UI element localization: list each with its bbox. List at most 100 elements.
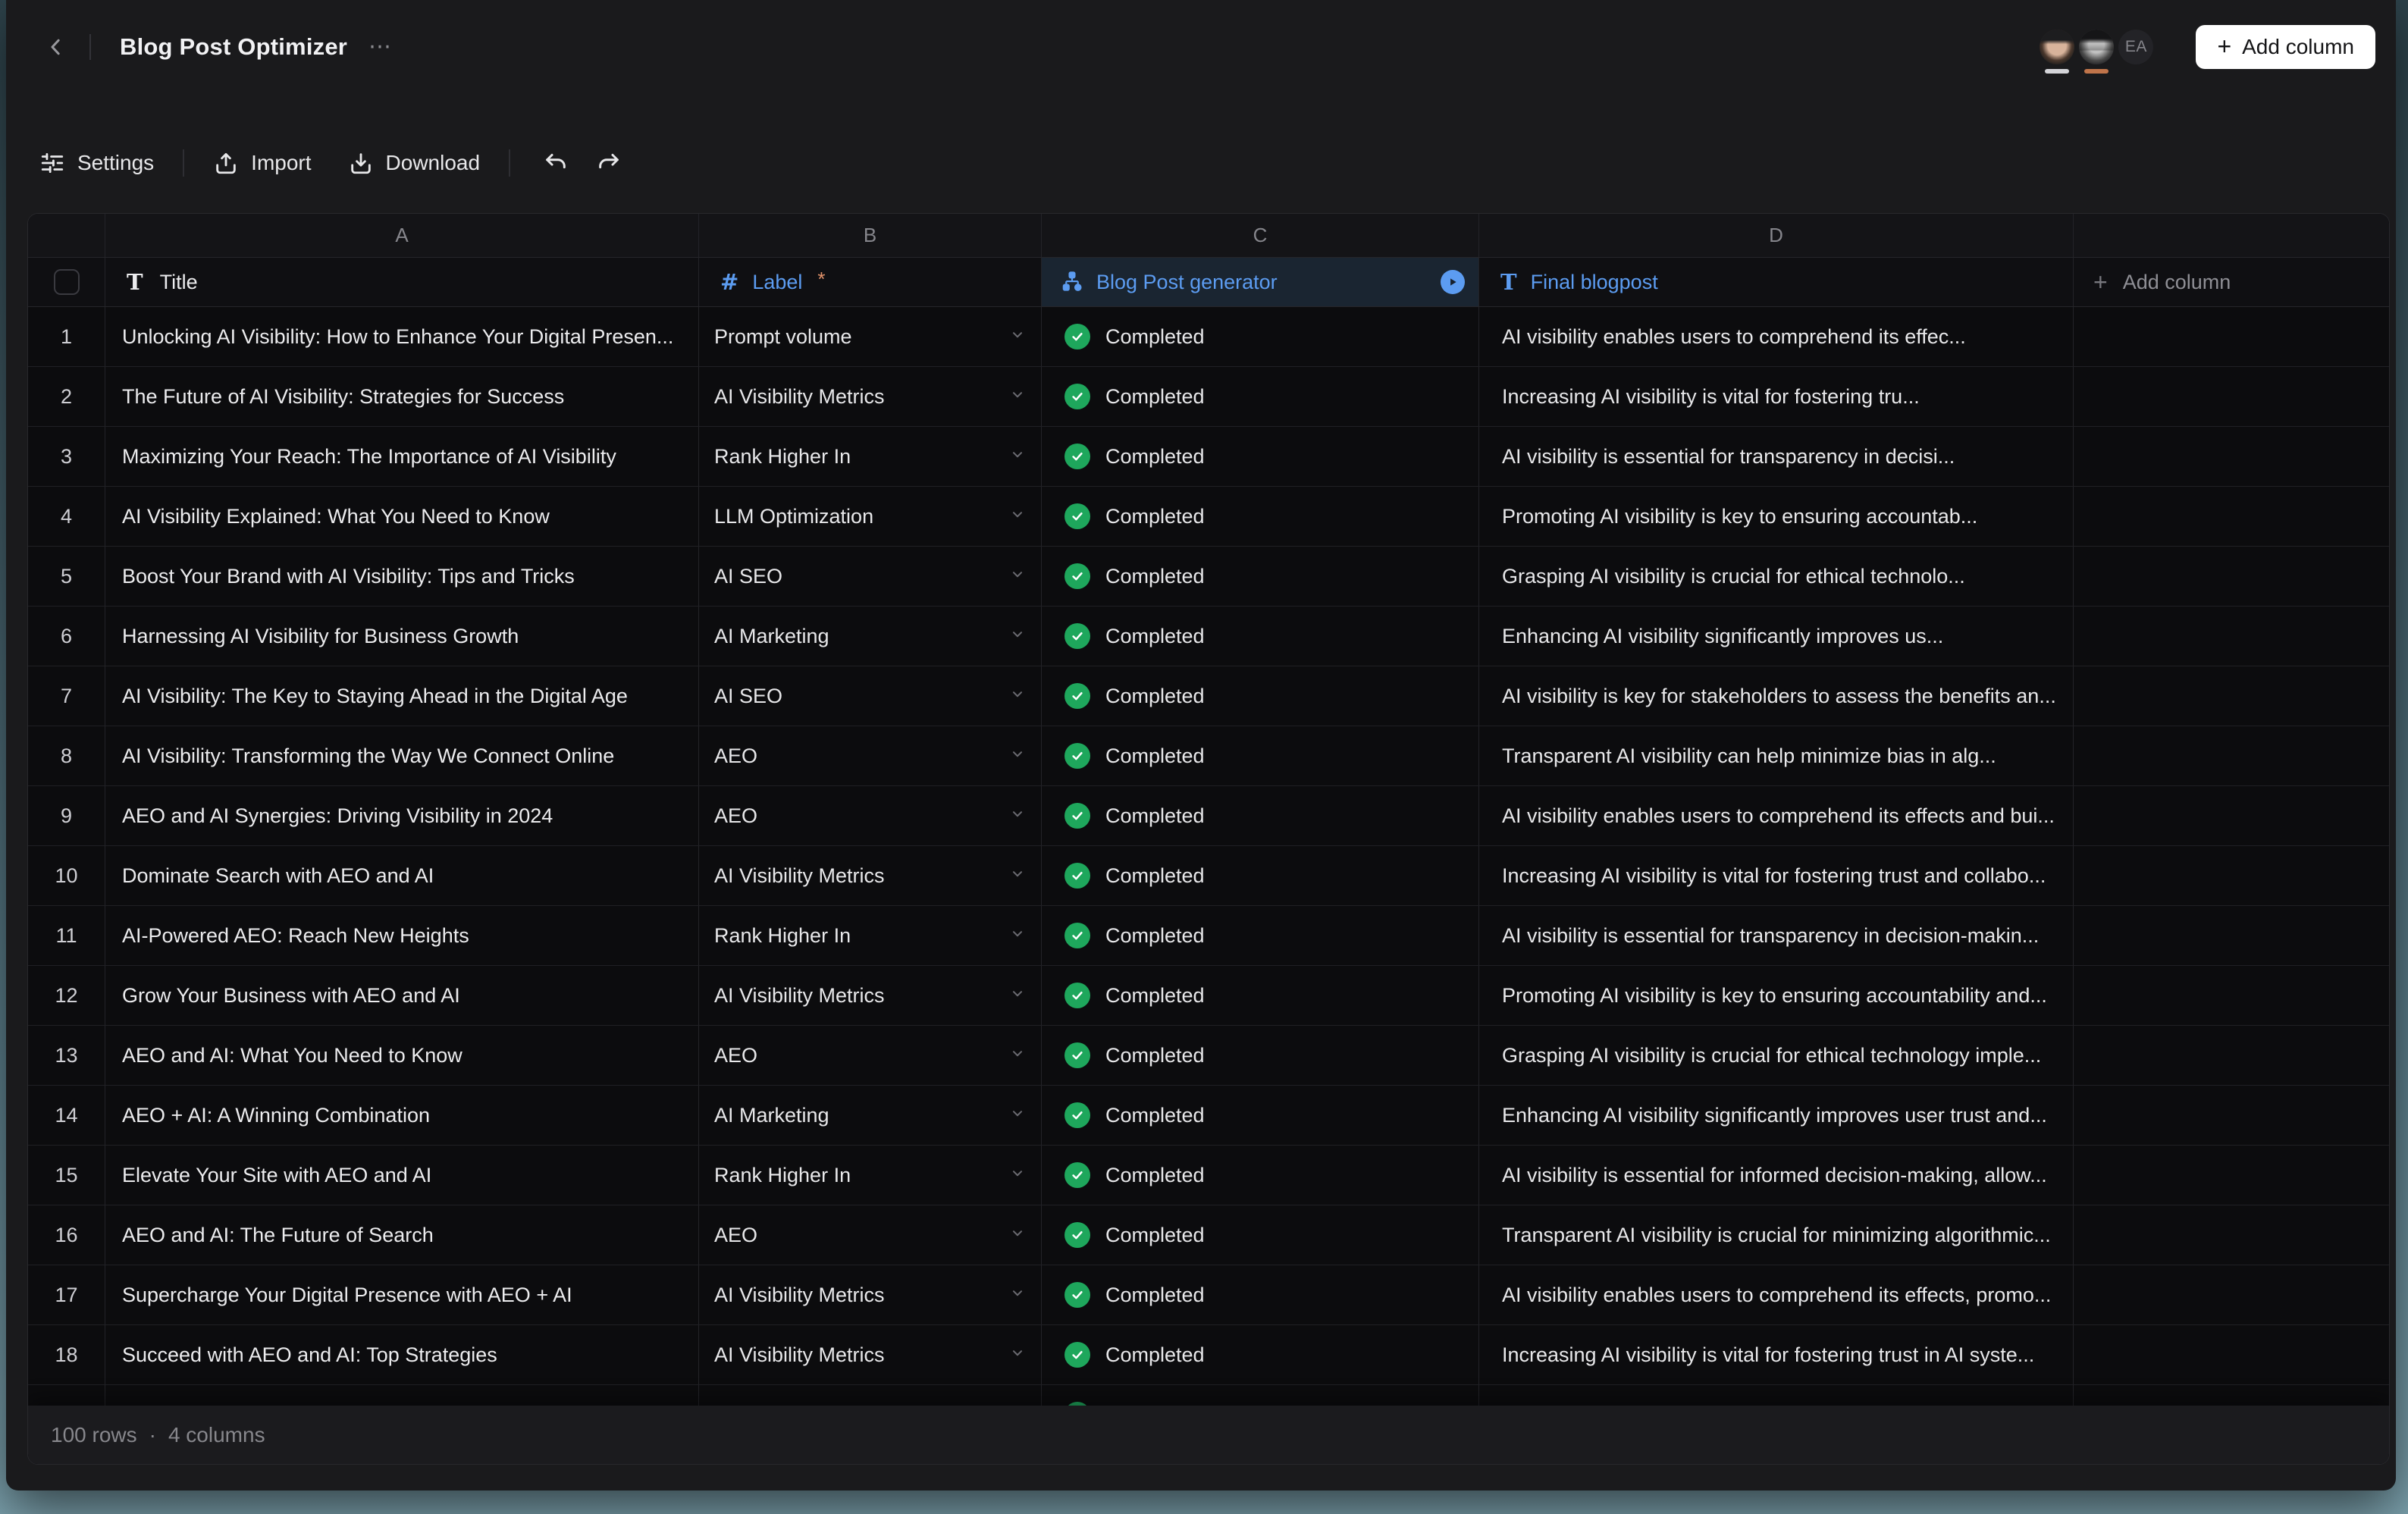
avatar-initials[interactable]: EA bbox=[2118, 30, 2153, 64]
title-cell[interactable]: AEO and AI: The Future of Search bbox=[105, 1205, 699, 1265]
final-blogpost-cell[interactable]: AI visibility is key for stakeholders to… bbox=[1479, 666, 2074, 726]
row-number[interactable]: 18 bbox=[28, 1325, 105, 1384]
title-cell[interactable]: AI Visibility Explained: What You Need t… bbox=[105, 487, 699, 546]
title-cell[interactable]: Maximizing Your Reach: The Importance of… bbox=[105, 427, 699, 486]
row-number[interactable]: 2 bbox=[28, 367, 105, 426]
status-cell[interactable]: Completed bbox=[1042, 1026, 1479, 1085]
title-cell[interactable]: AEO and AI: What You Need to Know bbox=[105, 1026, 699, 1085]
more-menu-icon[interactable]: ⋯ bbox=[368, 36, 393, 58]
row-number[interactable]: 11 bbox=[28, 906, 105, 965]
label-cell[interactable]: AI Visibility Metrics bbox=[699, 846, 1042, 905]
label-cell[interactable]: AEO bbox=[699, 1205, 1042, 1265]
status-cell[interactable]: Completed bbox=[1042, 1265, 1479, 1324]
final-blogpost-cell[interactable]: Enhancing AI visibility significantly im… bbox=[1479, 1086, 2074, 1145]
label-cell[interactable]: Rank Higher In bbox=[699, 906, 1042, 965]
column-letter-d[interactable]: D bbox=[1479, 214, 2074, 257]
title-cell[interactable]: Elevate Your Site with AEO and AI bbox=[105, 1146, 699, 1205]
avatar[interactable] bbox=[2079, 30, 2114, 64]
status-cell[interactable]: Completed bbox=[1042, 1325, 1479, 1384]
settings-button[interactable]: Settings bbox=[39, 150, 154, 176]
title-cell[interactable]: Dominate Search with AEO and AI bbox=[105, 846, 699, 905]
status-cell[interactable]: Completed bbox=[1042, 367, 1479, 426]
final-blogpost-cell[interactable]: Promoting AI visibility is key to ensuri… bbox=[1479, 966, 2074, 1025]
label-cell[interactable]: AI Visibility Metrics bbox=[699, 966, 1042, 1025]
label-cell[interactable]: LLM Optimization bbox=[699, 487, 1042, 546]
download-button[interactable]: Download bbox=[348, 150, 481, 176]
column-letter-a[interactable]: A bbox=[105, 214, 699, 257]
label-cell[interactable]: AI Marketing bbox=[699, 607, 1042, 666]
column-letter-c[interactable]: C bbox=[1042, 214, 1479, 257]
row-number[interactable]: 1 bbox=[28, 307, 105, 366]
row-number[interactable]: 15 bbox=[28, 1146, 105, 1205]
status-cell[interactable]: Completed bbox=[1042, 307, 1479, 366]
title-cell[interactable]: AI Visibility: The Key to Staying Ahead … bbox=[105, 666, 699, 726]
back-button[interactable] bbox=[42, 33, 70, 61]
label-cell[interactable]: AI SEO bbox=[699, 666, 1042, 726]
status-cell[interactable]: Completed bbox=[1042, 906, 1479, 965]
status-cell[interactable]: Completed bbox=[1042, 1205, 1479, 1265]
status-cell[interactable]: Completed bbox=[1042, 487, 1479, 546]
final-blogpost-cell[interactable]: Enhancing AI visibility significantly im… bbox=[1479, 607, 2074, 666]
status-cell[interactable]: Completed bbox=[1042, 666, 1479, 726]
column-header-label[interactable]: # Label * bbox=[699, 258, 1042, 306]
run-column-button[interactable] bbox=[1441, 270, 1465, 294]
final-blogpost-cell[interactable]: Grasping AI visibility is crucial for et… bbox=[1479, 1026, 2074, 1085]
label-cell[interactable]: AI Visibility Metrics bbox=[699, 1325, 1042, 1384]
title-cell[interactable]: AEO + AI: A Winning Combination bbox=[105, 1086, 699, 1145]
title-cell[interactable]: AEO and AI Synergies: Driving Visibility… bbox=[105, 786, 699, 845]
label-cell[interactable]: AI Visibility Metrics bbox=[699, 367, 1042, 426]
label-cell[interactable]: AEO bbox=[699, 726, 1042, 785]
status-cell[interactable]: Completed bbox=[1042, 547, 1479, 606]
row-number[interactable]: 14 bbox=[28, 1086, 105, 1145]
label-cell[interactable]: AI SEO bbox=[699, 547, 1042, 606]
undo-button[interactable] bbox=[539, 146, 572, 180]
title-cell[interactable]: AI Visibility: Transforming the Way We C… bbox=[105, 726, 699, 785]
title-cell[interactable]: Supercharge Your Digital Presence with A… bbox=[105, 1265, 699, 1324]
title-cell[interactable]: Succeed with AEO and AI: Top Strategies bbox=[105, 1325, 699, 1384]
final-blogpost-cell[interactable]: Increasing AI visibility is vital for fo… bbox=[1479, 367, 2074, 426]
title-cell[interactable]: The Future of AI Visibility: Strategies … bbox=[105, 367, 699, 426]
status-cell[interactable]: Completed bbox=[1042, 846, 1479, 905]
row-number[interactable]: 6 bbox=[28, 607, 105, 666]
final-blogpost-cell[interactable]: Transparent AI visibility is crucial for… bbox=[1479, 1205, 2074, 1265]
import-button[interactable]: Import bbox=[213, 150, 311, 176]
final-blogpost-cell[interactable]: Promoting AI visibility is key to ensuri… bbox=[1479, 487, 2074, 546]
add-column-cell[interactable]: + Add column bbox=[2074, 258, 2389, 306]
label-cell[interactable]: Prompt volume bbox=[699, 307, 1042, 366]
label-cell[interactable]: AI Marketing bbox=[699, 1086, 1042, 1145]
row-number[interactable]: 10 bbox=[28, 846, 105, 905]
final-blogpost-cell[interactable]: AI visibility enables users to comprehen… bbox=[1479, 786, 2074, 845]
status-cell[interactable]: Completed bbox=[1042, 1086, 1479, 1145]
status-cell[interactable]: Completed bbox=[1042, 786, 1479, 845]
add-column-button[interactable]: + Add column bbox=[2196, 25, 2375, 69]
final-blogpost-cell[interactable]: AI visibility enables users to comprehen… bbox=[1479, 1265, 2074, 1324]
final-blogpost-cell[interactable]: Increasing AI visibility is vital for fo… bbox=[1479, 846, 2074, 905]
status-cell[interactable]: Completed bbox=[1042, 607, 1479, 666]
column-header-final[interactable]: T Final blogpost bbox=[1479, 258, 2074, 306]
row-number[interactable]: 16 bbox=[28, 1205, 105, 1265]
label-cell[interactable]: Rank Higher In bbox=[699, 427, 1042, 486]
status-cell[interactable]: Completed bbox=[1042, 966, 1479, 1025]
row-number[interactable]: 8 bbox=[28, 726, 105, 785]
row-number[interactable]: 3 bbox=[28, 427, 105, 486]
status-cell[interactable]: Completed bbox=[1042, 1146, 1479, 1205]
final-blogpost-cell[interactable]: AI visibility is essential for transpare… bbox=[1479, 427, 2074, 486]
label-cell[interactable]: AI Visibility Metrics bbox=[699, 1265, 1042, 1324]
status-cell[interactable]: Completed bbox=[1042, 427, 1479, 486]
title-cell[interactable]: Unlocking AI Visibility: How to Enhance … bbox=[105, 307, 699, 366]
label-cell[interactable]: Rank Higher In bbox=[699, 1146, 1042, 1205]
final-blogpost-cell[interactable]: Grasping AI visibility is crucial for et… bbox=[1479, 547, 2074, 606]
column-letter-b[interactable]: B bbox=[699, 214, 1042, 257]
final-blogpost-cell[interactable]: AI visibility enables users to comprehen… bbox=[1479, 307, 2074, 366]
row-number[interactable]: 5 bbox=[28, 547, 105, 606]
row-number[interactable]: 13 bbox=[28, 1026, 105, 1085]
row-number[interactable]: 7 bbox=[28, 666, 105, 726]
final-blogpost-cell[interactable]: AI visibility is essential for informed … bbox=[1479, 1146, 2074, 1205]
final-blogpost-cell[interactable]: AI visibility is essential for transpare… bbox=[1479, 906, 2074, 965]
row-number[interactable]: 12 bbox=[28, 966, 105, 1025]
title-cell[interactable]: Grow Your Business with AEO and AI bbox=[105, 966, 699, 1025]
status-cell[interactable]: Completed bbox=[1042, 726, 1479, 785]
select-all-checkbox[interactable] bbox=[54, 269, 80, 295]
final-blogpost-cell[interactable]: Transparent AI visibility can help minim… bbox=[1479, 726, 2074, 785]
column-header-title[interactable]: T Title bbox=[105, 258, 699, 306]
